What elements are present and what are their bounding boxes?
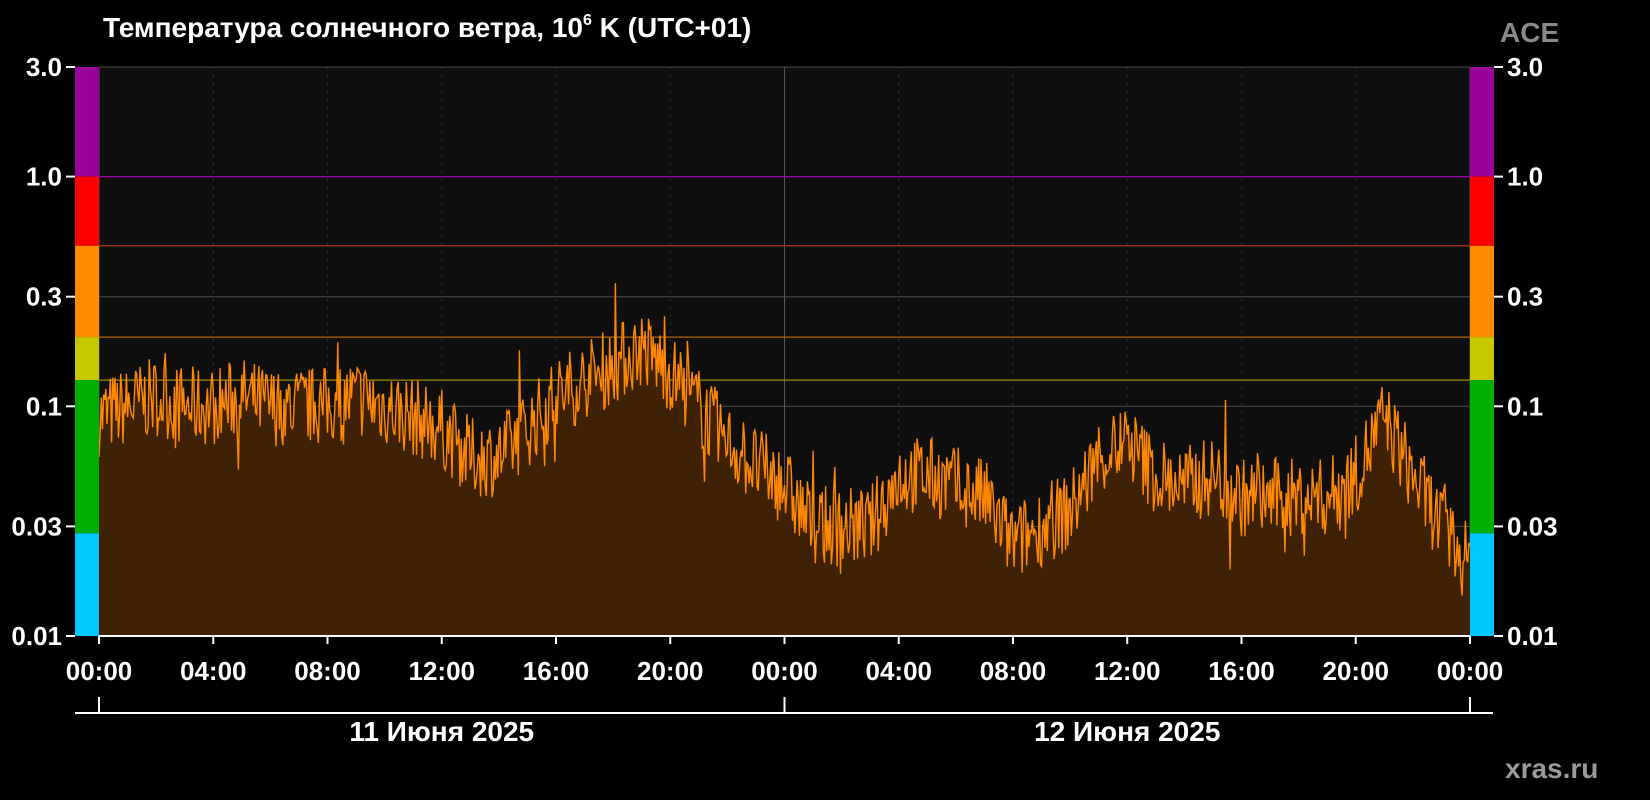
scale-band-left (75, 533, 99, 636)
y-tick-label-left: 0.01 (11, 621, 62, 651)
y-tick-label-right: 0.01 (1507, 621, 1558, 651)
y-tick-label-right: 0.1 (1507, 391, 1543, 421)
site-watermark: xras.ru (1505, 753, 1599, 784)
y-tick-label-right: 3.0 (1507, 52, 1543, 82)
y-tick-label-right: 0.3 (1507, 282, 1543, 312)
x-tick-label: 08:00 (294, 656, 361, 686)
x-tick-label: 00:00 (66, 656, 133, 686)
title-unit: K (UTC+01) (591, 12, 752, 43)
x-tick-label: 12:00 (409, 656, 476, 686)
x-tick-label: 04:00 (180, 656, 247, 686)
y-tick-label-left: 0.1 (26, 391, 62, 421)
x-axis: 00:00 04:00 08:00 12:00 16:00 20:00 00:00 04:00… (66, 635, 1504, 686)
chart-title: Температура солнечного ветра, 106 K (UTC… (103, 12, 751, 44)
y-tick-label-right: 1.0 (1507, 162, 1543, 192)
x-tick-label: 00:00 (1437, 656, 1504, 686)
x-tick-label: 00:00 (751, 656, 818, 686)
x-tick-label: 20:00 (637, 656, 704, 686)
scale-band-right (1470, 176, 1494, 246)
x-tick-label: 04:00 (866, 656, 933, 686)
scale-band-left (75, 67, 99, 177)
solar-wind-temperature-chart: 3.0 3.0 1.0 1.0 0.3 0.3 0.1 0.1 0.03 0.03 0.01 0.01… (11, 52, 1558, 747)
title-main: Температура солнечного ветра, 10 (103, 12, 583, 43)
x-tick-label: 16:00 (523, 656, 590, 686)
scale-band-left (75, 176, 99, 246)
scale-band-left (75, 245, 99, 338)
scale-band-right (1470, 380, 1494, 534)
date-label: 11 Июня 2025 (349, 716, 534, 747)
scale-band-right (1470, 245, 1494, 338)
y-tick-label-right: 0.03 (1507, 511, 1558, 541)
scale-band-left (75, 337, 99, 381)
title-exponent: 6 (583, 12, 592, 29)
date-axis: 11 Июня 2025 12 Июня 2025 (75, 697, 1493, 747)
scale-band-right (1470, 533, 1494, 636)
y-tick-label-left: 0.03 (11, 511, 62, 541)
x-tick-label: 12:00 (1094, 656, 1161, 686)
scale-band-left (75, 380, 99, 534)
y-tick-label-left: 0.3 (26, 282, 62, 312)
x-tick-label: 08:00 (980, 656, 1047, 686)
scale-band-right (1470, 67, 1494, 177)
y-tick-label-left: 3.0 (26, 52, 62, 82)
source-label: ACE (1500, 17, 1560, 48)
x-tick-label: 20:00 (1323, 656, 1390, 686)
y-tick-label-left: 1.0 (26, 162, 62, 192)
scale-band-right (1470, 337, 1494, 381)
date-label: 12 Июня 2025 (1034, 716, 1220, 747)
x-tick-label: 16:00 (1208, 656, 1275, 686)
